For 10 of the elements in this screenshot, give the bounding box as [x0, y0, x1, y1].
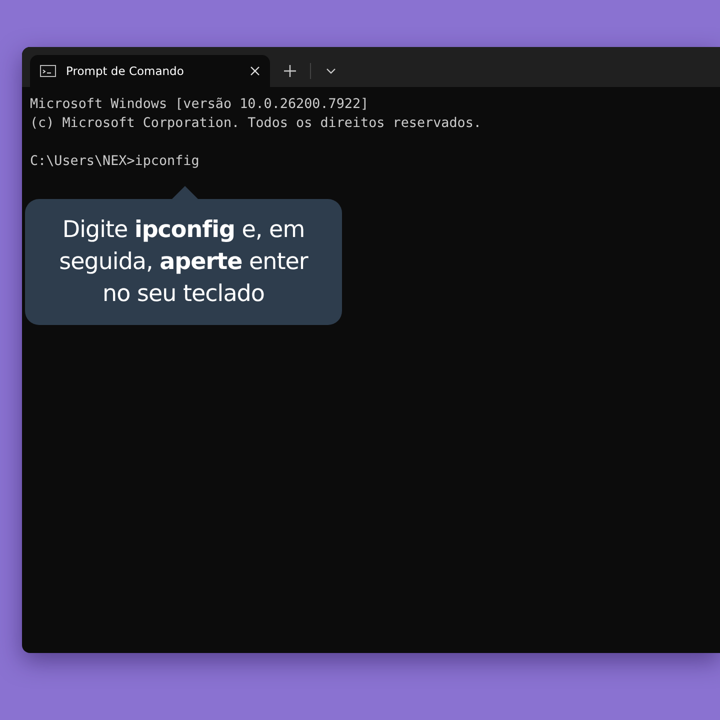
terminal-tab[interactable]: Prompt de Comando: [30, 55, 270, 87]
terminal-line: (c) Microsoft Corporation. Todos os direitos reservados.: [30, 115, 482, 133]
close-icon[interactable]: [250, 66, 260, 76]
callout-text: Digite ipconfig e, em seguida, aperte enter no seu teclado: [58, 216, 310, 309]
terminal-icon: [40, 65, 56, 77]
command-prompt-line: C:\Users\NEX>ipconfig: [30, 153, 200, 171]
chevron-down-icon: [326, 68, 336, 74]
terminal-line: Microsoft Windows [versão 10.0.26200.7922]: [30, 96, 370, 114]
tab-title: Prompt de Comando: [66, 64, 185, 78]
plus-icon: [284, 65, 296, 77]
